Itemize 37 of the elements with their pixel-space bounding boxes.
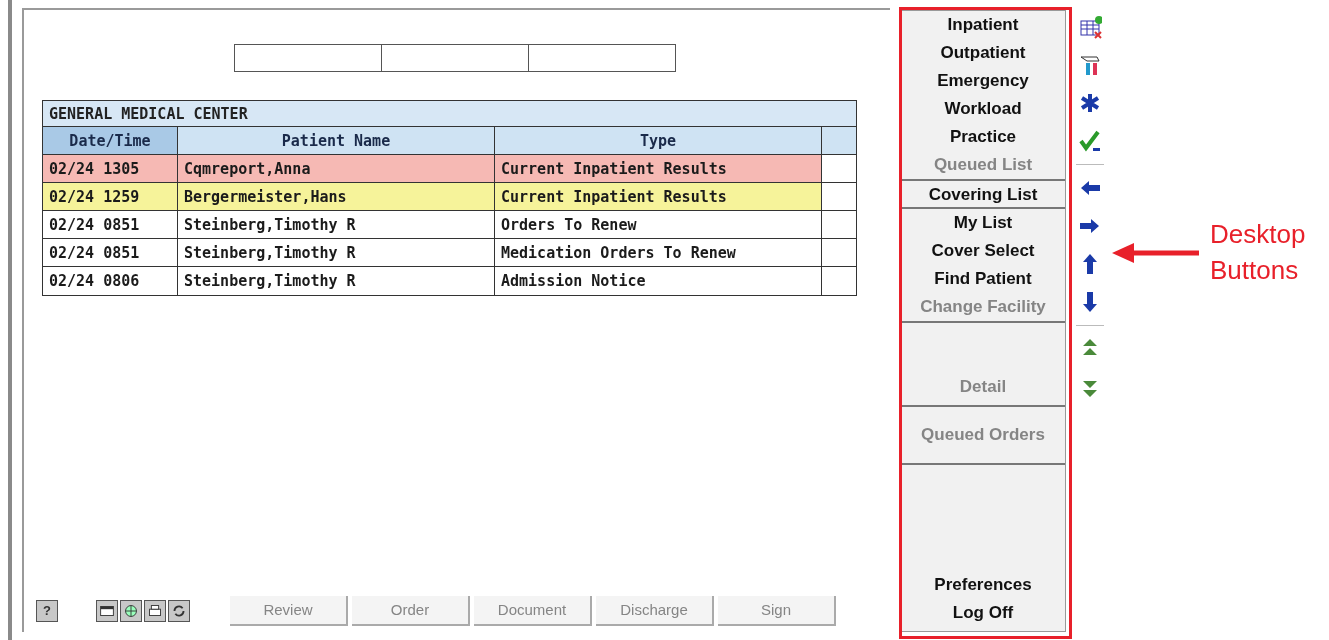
desktop-button[interactable]: Find Patient xyxy=(934,265,1032,293)
table-cell: 02/24 1259 xyxy=(43,183,178,210)
desktop-button[interactable]: Log Off xyxy=(952,599,1014,627)
highlighted-row[interactable]: 02/24 1259 Bergermeister,Hans Current Inpatient Results xyxy=(43,183,856,211)
table-cell: Steinberg,Timothy R xyxy=(178,267,495,295)
column-header[interactable]: Date/Time xyxy=(43,127,178,154)
help-button[interactable]: ? xyxy=(36,600,58,622)
desktop-button[interactable]: Covering List xyxy=(928,181,1038,209)
tools-icon[interactable] xyxy=(1078,53,1102,77)
annotation-label: Desktop Buttons xyxy=(1210,218,1307,287)
table-cell: Cqmreport,Anna xyxy=(178,155,495,182)
table-cell: 02/24 0851 xyxy=(43,211,178,238)
table-title: GENERAL MEDICAL CENTER xyxy=(43,101,856,127)
table-cell: 02/24 0806 xyxy=(43,267,178,295)
checkmark-icon[interactable] xyxy=(1078,129,1102,153)
desktop-button[interactable]: Practice xyxy=(949,123,1017,151)
column-header[interactable]: Type xyxy=(495,127,822,154)
printer-icon[interactable] xyxy=(144,600,166,622)
desktop-button[interactable]: Inpatient xyxy=(947,11,1019,39)
desktop-button[interactable]: Preferences xyxy=(934,571,1032,599)
grid-icon[interactable] xyxy=(1078,15,1102,39)
desktop-button[interactable]: My List xyxy=(953,209,1013,237)
desktop-button[interactable]: Cover Select xyxy=(931,237,1035,265)
table-cell: Steinberg,Timothy R xyxy=(178,239,495,266)
desktop-button[interactable]: Outpatient xyxy=(940,39,1026,67)
asterisk-icon[interactable] xyxy=(1078,91,1102,115)
column-header[interactable]: Patient Name xyxy=(178,127,495,154)
table-cell: 02/24 0851 xyxy=(43,239,178,266)
table-cell: Steinberg,Timothy R xyxy=(178,211,495,238)
globe-icon[interactable] xyxy=(120,600,142,622)
window-icon[interactable] xyxy=(96,600,118,622)
desktop-button[interactable]: Emergency xyxy=(937,67,1029,95)
table-cell: Bergermeister,Hans xyxy=(178,183,495,210)
highlighted-row[interactable]: 02/24 1305 Cqmreport,Anna Current Inpatient Results xyxy=(43,155,856,183)
refresh-icon[interactable] xyxy=(168,600,190,622)
table-cell: 02/24 1305 xyxy=(43,155,178,182)
desktop-button[interactable]: Workload xyxy=(944,95,1022,123)
